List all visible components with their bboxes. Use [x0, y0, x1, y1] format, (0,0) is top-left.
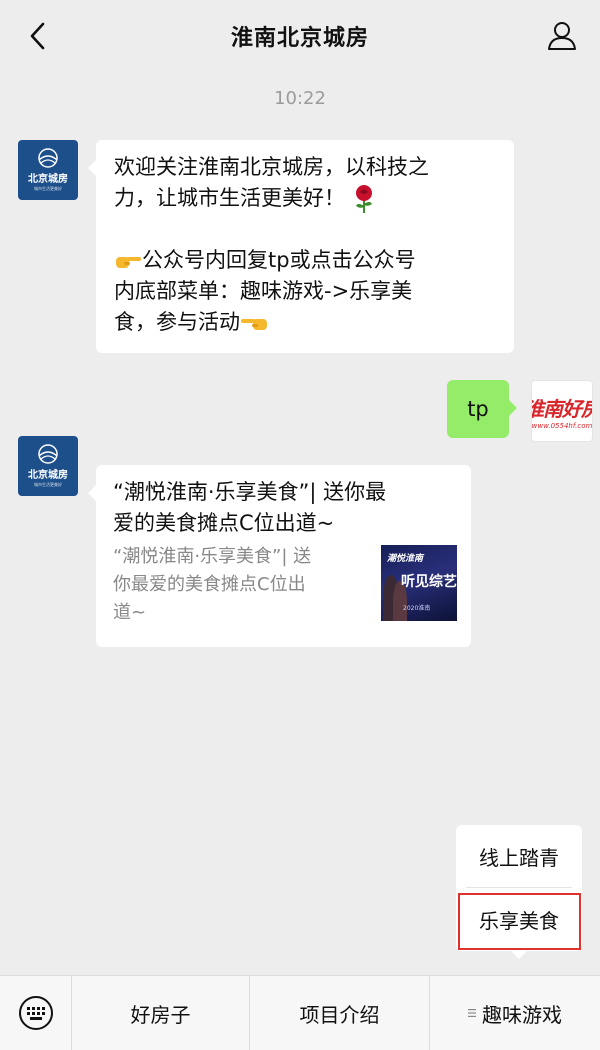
avatar-brand-name-2: 北京城房: [28, 470, 68, 481]
official-account-avatar-2[interactable]: 北京城房 城市生活更美好: [18, 436, 78, 496]
submenu-popup: 线上踏青 乐享美食: [456, 825, 582, 959]
menu-good-house[interactable]: 好房子: [72, 976, 250, 1050]
article-thumbnail: 潮悦淮南 听见综艺 2020淮南: [381, 545, 457, 621]
back-button[interactable]: [18, 16, 58, 56]
avatar-brand-slogan: 城市生活更美好: [34, 186, 62, 191]
instruction-line-2: 内底部菜单：趣味游戏->乐享美: [114, 279, 413, 303]
keyboard-toggle-button[interactable]: [0, 976, 72, 1050]
instruction-line-3-text: 食，参与活动: [114, 310, 240, 334]
article-desc-line-2: 你最爱的美食摊点C位出: [113, 574, 306, 595]
submenu-item-outing[interactable]: 线上踏青: [456, 825, 582, 887]
pointing-hand-right-icon: [116, 257, 141, 268]
article-description: “潮悦淮南·乐享美食”| 送 你最爱的美食摊点C位出 道~: [113, 543, 358, 627]
instruction-line-1-text: 公众号内回复tp或点击公众号: [142, 248, 416, 272]
welcome-line-2-text: 力，让城市生活更美好！: [114, 186, 345, 210]
submenu-item-food[interactable]: 乐享美食: [456, 888, 582, 950]
brand-logo-icon: [38, 148, 58, 168]
pointing-hand-left-icon: [241, 319, 267, 330]
keyboard-icon: [18, 996, 53, 1030]
welcome-line-1: 欢迎关注淮南北京城房，以科技之: [114, 155, 429, 179]
article-card[interactable]: “潮悦淮南·乐享美食”| 送你最 爱的美食摊点C位出道~ “潮悦淮南·乐享美食”…: [88, 465, 471, 647]
brand-logo-icon: [38, 444, 58, 464]
person-icon: [548, 22, 576, 50]
welcome-message-bubble[interactable]: 欢迎关注淮南北京城房，以科技之 力，让城市生活更美好！ 公众号内回复tp或点击公…: [88, 140, 514, 353]
chat-header: 淮南北京城房: [0, 0, 600, 72]
thumbnail-text-3: 2020淮南: [403, 605, 431, 612]
submenu-lines-icon: [468, 1009, 476, 1017]
profile-button[interactable]: [542, 16, 582, 56]
bottom-menu-bar: 好房子 项目介绍 趣味游戏: [0, 975, 600, 1050]
sent-message-text: tp: [467, 397, 489, 421]
chevron-left-icon: [30, 22, 45, 50]
avatar-brand-slogan-2: 城市生活更美好: [34, 482, 62, 487]
article-desc-line-3: 道~: [113, 602, 147, 623]
welcome-line-2: 力，让城市生活更美好！: [114, 183, 496, 214]
thumbnail-text-1: 潮悦淮南: [387, 554, 424, 564]
user-avatar-text: 淮南好房: [532, 396, 592, 421]
menu-fun-games-label: 趣味游戏: [482, 1002, 562, 1027]
rose-icon: [356, 185, 372, 213]
message-timestamp: 10:22: [274, 88, 326, 109]
article-title-line-2: 爱的美食摊点C位出道~: [113, 511, 335, 535]
sent-message-bubble[interactable]: tp: [447, 380, 517, 438]
chat-title: 淮南北京城房: [230, 26, 369, 51]
thumbnail-text-2: 听见综艺: [401, 574, 457, 590]
instruction-line-1: 公众号内回复tp或点击公众号: [114, 245, 496, 276]
instruction-line-3: 食，参与活动: [114, 307, 496, 338]
article-title-line-1: “潮悦淮南·乐享美食”| 送你最: [113, 480, 387, 504]
official-account-avatar[interactable]: 北京城房 城市生活更美好: [18, 140, 78, 200]
avatar-brand-name: 北京城房: [28, 174, 68, 185]
menu-project-intro[interactable]: 项目介绍: [250, 976, 430, 1050]
article-desc-line-1: “潮悦淮南·乐享美食”| 送: [113, 546, 312, 567]
menu-fun-games[interactable]: 趣味游戏: [430, 976, 600, 1050]
user-avatar-url: www.0554hf.com: [531, 421, 593, 430]
user-avatar[interactable]: 淮南好房 www.0554hf.com: [531, 380, 593, 442]
